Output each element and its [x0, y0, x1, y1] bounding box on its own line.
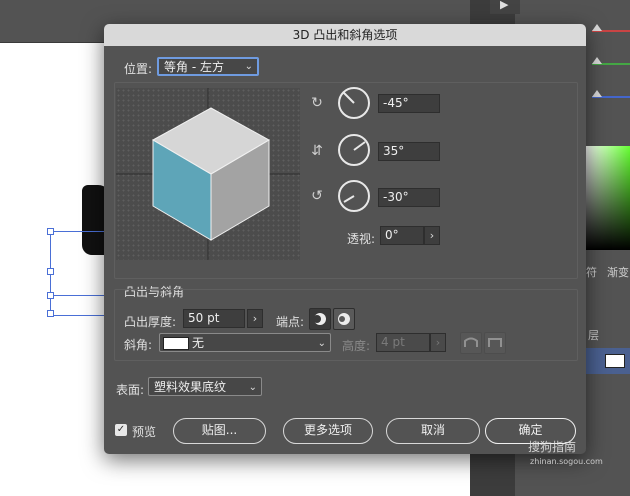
layer-thumbnail: [605, 354, 625, 368]
panel-tab-symbol[interactable]: 符: [586, 264, 597, 280]
position-select-value: 等角 - 左方: [164, 60, 224, 74]
dial-needle: [343, 195, 355, 203]
bevel-swatch: [163, 337, 189, 350]
3d-extrude-bevel-dialog: 3D 凸出和斜角选项 位置: 等角 - 左方 ⌄ ↻ -45° ⇵ 35° ↺ …: [104, 24, 586, 454]
rotate-z-dial[interactable]: [338, 180, 370, 212]
cap-on-icon: [313, 313, 326, 325]
bevel-out-icon: [464, 337, 478, 347]
selection-handle[interactable]: [47, 268, 54, 275]
rotate-z-field[interactable]: -30°: [378, 188, 440, 207]
color-picker-field[interactable]: [586, 146, 630, 250]
rotate-y-icon: ⇵: [311, 143, 323, 159]
color-slider-thumb[interactable]: [592, 24, 602, 31]
rotate-y-dial[interactable]: [338, 134, 370, 166]
chevron-down-icon: ⌄: [317, 338, 326, 349]
extrude-depth-slider-button[interactable]: ›: [247, 309, 263, 328]
bevel-in-button[interactable]: [484, 332, 506, 354]
selection-bounding-box[interactable]: [50, 231, 108, 316]
map-art-button[interactable]: 贴图...: [173, 418, 266, 444]
dialog-title: 3D 凸出和斜角选项: [104, 24, 586, 46]
preview-checkbox[interactable]: ✓: [115, 424, 127, 436]
more-options-button[interactable]: 更多选项: [283, 418, 373, 444]
surface-select-value: 塑料效果底纹: [154, 380, 227, 394]
cancel-button[interactable]: 取消: [386, 418, 480, 444]
toolbar-play-icon: ▶: [500, 0, 509, 11]
height-field[interactable]: 4 pt: [376, 333, 430, 352]
preview-label: 预览: [132, 425, 157, 439]
chevron-down-icon: ⌄: [248, 382, 257, 393]
bevel-select[interactable]: 无 ⌄: [159, 333, 331, 352]
position-label: 位置:: [124, 62, 153, 76]
surface-select[interactable]: 塑料效果底纹 ⌄: [148, 377, 262, 396]
bevel-label: 斜角:: [124, 338, 153, 352]
height-slider-button[interactable]: ›: [430, 333, 446, 352]
cap-off-button[interactable]: [333, 308, 355, 330]
perspective-slider-button[interactable]: ›: [424, 226, 440, 245]
position-select[interactable]: 等角 - 左方 ⌄: [157, 57, 259, 76]
selection-handle[interactable]: [47, 228, 54, 235]
height-label: 高度:: [342, 339, 371, 353]
dial-needle: [343, 92, 355, 104]
bevel-select-value: 无: [192, 336, 205, 350]
selection-handle[interactable]: [47, 292, 54, 299]
cap-off-icon: [338, 313, 350, 325]
bevel-out-button[interactable]: [460, 332, 482, 354]
cap-on-button[interactable]: [309, 308, 331, 330]
panel-tab-gradient[interactable]: 渐变: [607, 264, 629, 280]
extrude-depth-label: 凸出厚度:: [124, 315, 177, 329]
rotate-y-field[interactable]: 35°: [378, 142, 440, 161]
cube-preview[interactable]: [116, 88, 300, 260]
rotate-x-dial[interactable]: [338, 87, 370, 119]
rotate-z-icon: ↺: [311, 188, 323, 204]
color-slider-thumb[interactable]: [592, 90, 602, 97]
rotate-x-icon: ↻: [311, 95, 323, 111]
extrude-depth-field[interactable]: 50 pt: [183, 309, 245, 328]
dial-needle: [353, 141, 366, 151]
selection-handle[interactable]: [47, 310, 54, 317]
surface-label: 表面:: [116, 383, 145, 397]
chevron-down-icon: ⌄: [244, 61, 253, 72]
cap-label: 端点:: [276, 315, 305, 329]
color-slider-thumb[interactable]: [592, 57, 602, 64]
selection-path: [50, 295, 106, 296]
rotate-x-field[interactable]: -45°: [378, 94, 440, 113]
perspective-label: 透视:: [347, 232, 376, 246]
watermark-url: zhinan.sogou.com: [530, 457, 603, 466]
panel-tab-layers[interactable]: 层: [588, 327, 599, 343]
perspective-field[interactable]: 0°: [380, 226, 424, 245]
bevel-in-icon: [488, 338, 502, 347]
watermark-text: 搜狗指南: [528, 440, 577, 454]
